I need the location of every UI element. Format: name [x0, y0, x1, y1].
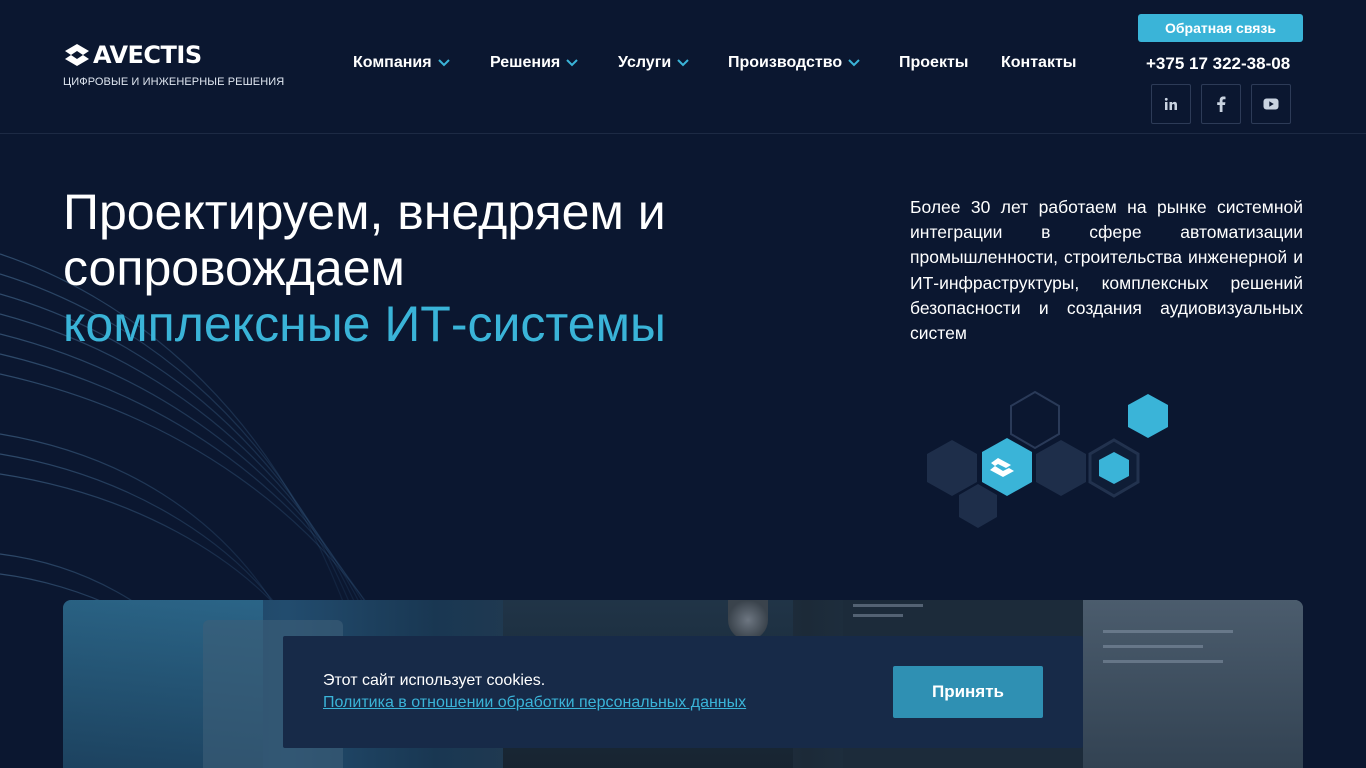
nav-item-contacts[interactable]: Контакты [1001, 54, 1076, 72]
cookie-banner: Этот сайт использует cookies. Политика в… [283, 636, 1083, 748]
hero-description: Более 30 лет работаем на рынке системной… [910, 197, 1303, 344]
facebook-icon [1217, 96, 1226, 112]
nav-item-label: Компания [353, 54, 432, 71]
facebook-button[interactable] [1201, 84, 1241, 124]
cookie-text: Этот сайт использует cookies. [323, 672, 546, 689]
nav-item-projects[interactable]: Проекты [899, 54, 968, 72]
nav-item-label: Решения [490, 54, 561, 71]
chevron-down-icon [437, 59, 450, 67]
logo-text: AVECTIS [93, 41, 202, 69]
linkedin-button[interactable] [1151, 84, 1191, 124]
chevron-down-icon [566, 59, 578, 67]
privacy-policy-link[interactable]: Политика в отношении обработки персональ… [323, 694, 746, 712]
nav-item-label: Проекты [899, 54, 969, 71]
accept-cookies-button[interactable]: Принять [893, 666, 1043, 718]
chevron-down-icon [677, 59, 689, 67]
hero-title-line2: сопровождаем [63, 240, 405, 296]
site-header: AVECTIS ЦИФРОВЫЕ И ИНЖЕНЕРНЫЕ РЕШЕНИЯ Ко… [0, 0, 1366, 134]
nav-item-label: Производство [728, 54, 843, 71]
phone-number[interactable]: +375 17 322-38-08 [1146, 54, 1290, 74]
hero-title-line1: Проектируем, внедряем и [63, 184, 666, 240]
logo-mark-icon [65, 44, 89, 66]
logo[interactable]: AVECTIS ЦИФРОВЫЕ И ИНЖЕНЕРНЫЕ РЕШЕНИЯ [63, 42, 284, 88]
hero-title: Проектируем, внедряем и сопровождаем ком… [63, 184, 823, 352]
nav-item-production[interactable]: Производство [728, 54, 860, 72]
hexagon-graphic [927, 390, 1168, 528]
hero-title-accent: комплексные ИТ-системы [63, 296, 666, 352]
nav-item-label: Контакты [1001, 54, 1077, 71]
youtube-icon [1263, 98, 1279, 110]
nav-item-solutions[interactable]: Решения [490, 54, 578, 72]
youtube-button[interactable] [1251, 84, 1291, 124]
nav-item-company[interactable]: Компания [353, 54, 450, 72]
feedback-button[interactable]: Обратная связь [1138, 14, 1303, 42]
linkedin-icon [1164, 97, 1177, 110]
nav-item-label: Услуги [618, 54, 672, 71]
logo-subtitle: ЦИФРОВЫЕ И ИНЖЕНЕРНЫЕ РЕШЕНИЯ [63, 76, 285, 88]
chevron-down-icon [848, 59, 860, 67]
nav-item-services[interactable]: Услуги [618, 54, 689, 72]
